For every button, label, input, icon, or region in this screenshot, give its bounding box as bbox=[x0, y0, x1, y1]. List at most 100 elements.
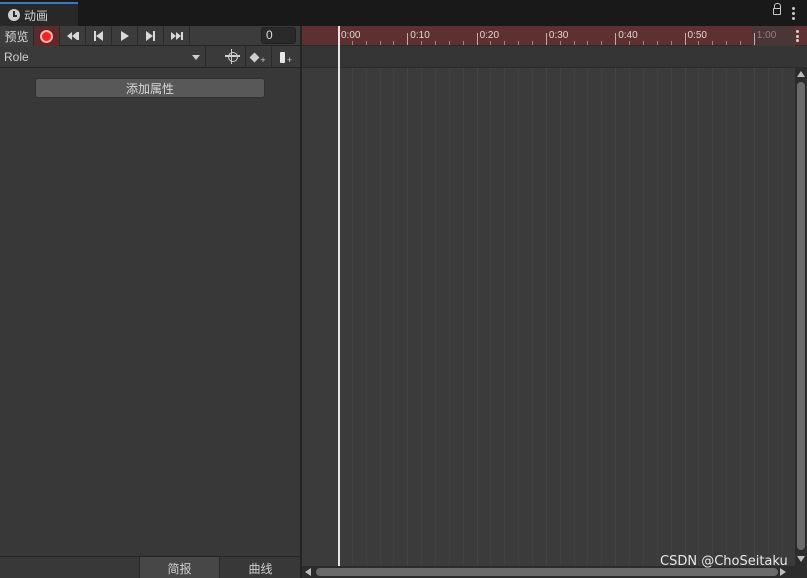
ruler-minor-tick bbox=[421, 41, 423, 45]
timeline-menu-icon[interactable] bbox=[796, 30, 799, 42]
window-tab-bar: 动画 bbox=[0, 0, 807, 26]
add-property-button[interactable]: 添加属性 bbox=[35, 78, 265, 98]
animation-left-panel: 预览 0 Role + + 添加属性 简报 曲线 bbox=[0, 26, 301, 578]
ruler-minor-tick bbox=[365, 41, 367, 45]
step-back-icon bbox=[94, 31, 103, 41]
ruler-major-tick bbox=[407, 33, 409, 45]
skip-to-start-icon bbox=[66, 32, 79, 40]
vertical-scroll-thumb[interactable] bbox=[797, 82, 805, 550]
ruler-major-tick bbox=[753, 33, 755, 45]
ruler-label: 1:00 bbox=[756, 30, 777, 41]
playhead-line[interactable] bbox=[338, 26, 340, 566]
scroll-down-icon[interactable] bbox=[797, 556, 805, 562]
record-button[interactable] bbox=[34, 26, 60, 46]
grid-line bbox=[587, 68, 589, 566]
grid-line bbox=[351, 68, 353, 566]
playback-toolbar: 预览 0 bbox=[0, 26, 301, 46]
tab-curves[interactable]: 曲线 bbox=[220, 557, 301, 578]
crosshair-icon bbox=[224, 49, 240, 64]
grid-line bbox=[462, 68, 464, 566]
grid-line bbox=[476, 68, 478, 566]
tab-title: 动画 bbox=[24, 8, 49, 23]
grid-line bbox=[421, 68, 423, 566]
ruler-minor-tick bbox=[462, 41, 464, 45]
ruler-minor-tick bbox=[601, 41, 603, 45]
ruler-minor-tick bbox=[698, 41, 700, 45]
grid-line bbox=[435, 68, 437, 566]
keyframe-diamond-icon bbox=[249, 52, 260, 62]
grid-line bbox=[753, 68, 755, 566]
last-keyframe-button[interactable] bbox=[164, 26, 190, 46]
play-button[interactable] bbox=[112, 26, 138, 46]
add-event-button[interactable]: + bbox=[273, 46, 299, 68]
first-keyframe-button[interactable] bbox=[60, 26, 86, 46]
vertical-scrollbar[interactable] bbox=[795, 68, 807, 566]
ruler-minor-tick bbox=[518, 41, 520, 45]
grid-line bbox=[601, 68, 603, 566]
clip-dropdown[interactable]: Role bbox=[0, 46, 206, 68]
tab-animation[interactable]: 动画 bbox=[0, 2, 78, 26]
horizontal-scroll-thumb[interactable] bbox=[316, 568, 778, 576]
ruler-major-tick bbox=[545, 33, 547, 45]
event-marker-icon bbox=[279, 51, 285, 63]
grid-line bbox=[656, 68, 658, 566]
grid-line bbox=[712, 68, 714, 566]
add-keyframe-button[interactable]: + bbox=[246, 46, 272, 68]
ruler-minor-tick bbox=[573, 41, 575, 45]
view-mode-tabs: 简报 曲线 bbox=[0, 556, 301, 578]
grid-line bbox=[518, 68, 520, 566]
clip-bar: Role + + bbox=[0, 46, 301, 68]
ruler-minor-tick bbox=[559, 41, 561, 45]
skip-to-end-icon bbox=[170, 32, 183, 40]
grid-line bbox=[615, 68, 617, 566]
timeline-panel: 0:00 0:10 0:20 0:30 0:40 0:50 1:00 bbox=[302, 26, 807, 578]
event-row[interactable] bbox=[302, 46, 807, 68]
ruler-minor-tick bbox=[351, 41, 353, 45]
ruler-label: 0:40 bbox=[618, 30, 638, 41]
grid-line bbox=[573, 68, 575, 566]
scroll-up-icon[interactable] bbox=[797, 71, 805, 77]
clock-icon bbox=[8, 9, 20, 21]
ruler-minor-tick bbox=[642, 41, 644, 45]
dopesheet-grid[interactable] bbox=[302, 68, 807, 566]
preview-button[interactable]: 预览 bbox=[0, 26, 34, 46]
next-keyframe-button[interactable] bbox=[138, 26, 164, 46]
ruler-minor-tick bbox=[393, 41, 395, 45]
grid-line bbox=[407, 68, 409, 566]
plus-icon: + bbox=[286, 55, 293, 65]
grid-line bbox=[379, 68, 381, 566]
grid-line bbox=[532, 68, 534, 566]
ruler-minor-tick bbox=[504, 41, 506, 45]
grid-line bbox=[393, 68, 395, 566]
ruler-minor-tick bbox=[629, 41, 631, 45]
tab-dopesheet[interactable]: 简报 bbox=[139, 557, 220, 578]
lock-icon[interactable] bbox=[773, 3, 781, 15]
window-menu-icon[interactable] bbox=[792, 7, 795, 20]
previous-keyframe-button[interactable] bbox=[86, 26, 112, 46]
step-forward-icon bbox=[146, 31, 155, 41]
scroll-right-icon[interactable] bbox=[780, 568, 786, 576]
ruler-minor-tick bbox=[379, 41, 381, 45]
ruler-major-tick bbox=[615, 33, 617, 45]
clip-dropdown-value: Role bbox=[4, 50, 29, 64]
ruler-minor-tick bbox=[435, 41, 437, 45]
ruler-label: 0:30 bbox=[548, 30, 569, 41]
ruler-minor-tick bbox=[587, 41, 589, 45]
ruler-major-tick bbox=[684, 33, 686, 45]
play-icon bbox=[120, 31, 129, 41]
grid-line bbox=[545, 68, 547, 566]
grid-line bbox=[629, 68, 631, 566]
grid-line bbox=[365, 68, 367, 566]
ruler-minor-tick bbox=[726, 41, 728, 45]
frame-field[interactable]: 0 bbox=[261, 27, 296, 44]
grid-line bbox=[670, 68, 672, 566]
ruler-label: 0:10 bbox=[410, 30, 430, 41]
watermark: CSDN @ChoSeitaku bbox=[660, 554, 788, 569]
filter-keyframes-button[interactable] bbox=[220, 46, 246, 68]
ruler-minor-tick bbox=[448, 41, 450, 45]
plus-icon: + bbox=[260, 55, 266, 65]
time-ruler[interactable]: 0:00 0:10 0:20 0:30 0:40 0:50 1:00 bbox=[302, 26, 807, 46]
ruler-minor-tick bbox=[490, 41, 492, 45]
scroll-left-icon[interactable] bbox=[305, 568, 311, 576]
ruler-minor-tick bbox=[670, 41, 672, 45]
